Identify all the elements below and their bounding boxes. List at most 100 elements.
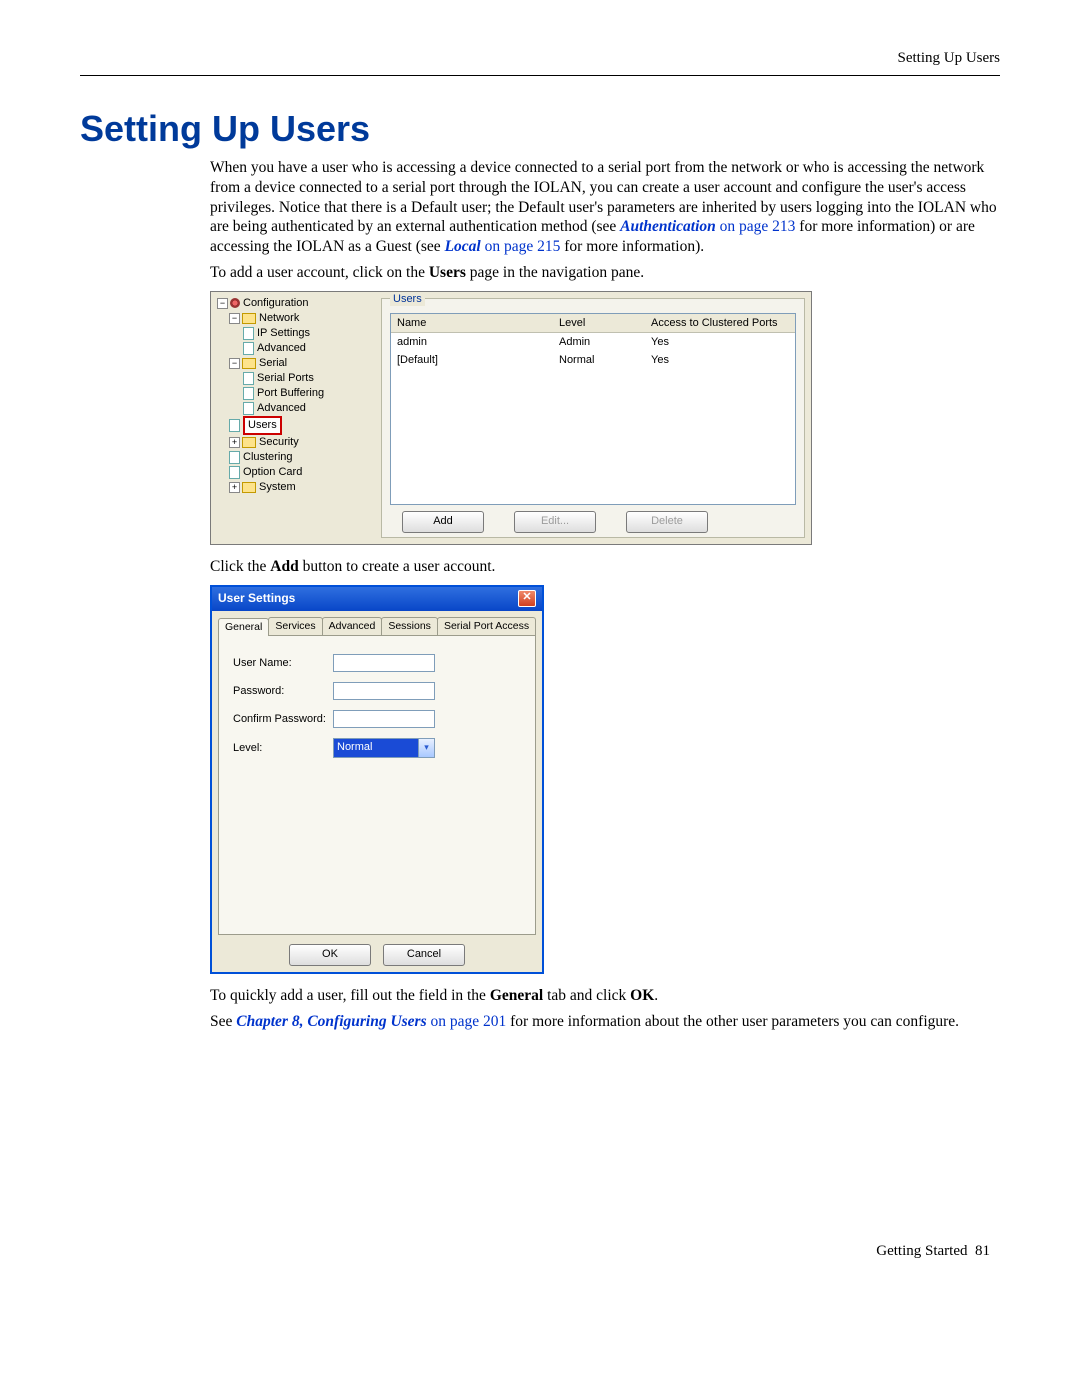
expand-icon[interactable]: − xyxy=(229,313,240,324)
cell-name: [Default] xyxy=(391,351,553,369)
expand-icon[interactable]: + xyxy=(229,482,240,493)
ok-button[interactable]: OK xyxy=(289,944,371,966)
header-rule xyxy=(80,75,1000,76)
tree-ip-settings[interactable]: IP Settings xyxy=(257,327,310,339)
text: To quickly add a user, fill out the fiel… xyxy=(210,987,490,1004)
add-button[interactable]: Add xyxy=(402,511,484,533)
tree-serial-ports[interactable]: Serial Ports xyxy=(257,372,314,384)
instruction-1: To add a user account, click on the User… xyxy=(210,263,1000,283)
expand-icon[interactable]: − xyxy=(229,358,240,369)
page-icon xyxy=(229,419,240,432)
list-header: Name Level Access to Clustered Ports xyxy=(391,314,795,333)
folder-icon xyxy=(242,437,256,448)
screenshot-users-page: −Configuration −Network IP Settings Adva… xyxy=(210,291,812,545)
level-select[interactable]: Normal ▾ xyxy=(333,738,435,758)
tree-system[interactable]: System xyxy=(259,481,296,493)
link-chapter-8-page[interactable]: on page 201 xyxy=(427,1013,507,1030)
users-list[interactable]: Name Level Access to Clustered Ports adm… xyxy=(390,313,796,505)
delete-button[interactable]: Delete xyxy=(626,511,708,533)
tab-general[interactable]: General xyxy=(218,618,269,636)
confirm-password-field[interactable] xyxy=(333,710,435,728)
dialog-title: User Settings xyxy=(218,591,295,606)
chevron-down-icon[interactable]: ▾ xyxy=(418,739,434,757)
label-confirm-password: Confirm Password: xyxy=(233,712,333,726)
col-access: Access to Clustered Ports xyxy=(645,314,795,332)
footer-page-number: 81 xyxy=(975,1243,990,1259)
cell-level: Admin xyxy=(553,333,645,351)
instruction-2: Click the Add button to create a user ac… xyxy=(210,557,1000,577)
cell-access: Yes xyxy=(645,351,795,369)
tree-configuration[interactable]: Configuration xyxy=(243,297,308,309)
text: See xyxy=(210,1013,236,1030)
tree-network[interactable]: Network xyxy=(259,312,299,324)
dialog-titlebar[interactable]: User Settings ✕ xyxy=(212,587,542,611)
password-field[interactable] xyxy=(333,682,435,700)
nav-tree: −Configuration −Network IP Settings Adva… xyxy=(217,296,367,495)
text: tab and click xyxy=(543,987,630,1004)
page-icon xyxy=(243,372,254,385)
tree-option-card[interactable]: Option Card xyxy=(243,466,302,478)
table-row[interactable]: admin Admin Yes xyxy=(391,333,795,351)
intro-paragraph: When you have a user who is accessing a … xyxy=(210,158,1000,257)
col-level: Level xyxy=(553,314,645,332)
tree-serial[interactable]: Serial xyxy=(259,357,287,369)
text: button to create a user account. xyxy=(299,558,496,575)
tree-port-buffering[interactable]: Port Buffering xyxy=(257,387,324,399)
tree-advanced-2[interactable]: Advanced xyxy=(257,402,306,414)
tab-serial-port-access[interactable]: Serial Port Access xyxy=(437,617,536,635)
bold-ok: OK xyxy=(630,987,654,1004)
level-value: Normal xyxy=(334,739,418,757)
folder-icon xyxy=(242,313,256,324)
expand-icon[interactable]: + xyxy=(229,437,240,448)
dialog-tabs: General Services Advanced Sessions Seria… xyxy=(218,617,536,635)
page-icon xyxy=(229,466,240,479)
tree-advanced[interactable]: Advanced xyxy=(257,342,306,354)
cell-level: Normal xyxy=(553,351,645,369)
see-also-paragraph: See Chapter 8, Configuring Users on page… xyxy=(210,1012,1000,1032)
text: To add a user account, click on the xyxy=(210,264,429,281)
text: for more information about the other use… xyxy=(506,1013,959,1030)
bold-add: Add xyxy=(270,558,298,575)
gear-icon xyxy=(230,298,240,308)
username-field[interactable] xyxy=(333,654,435,672)
col-name: Name xyxy=(391,314,553,332)
text: . xyxy=(654,987,658,1004)
tree-security[interactable]: Security xyxy=(259,436,299,448)
cancel-button[interactable]: Cancel xyxy=(383,944,465,966)
link-local-page[interactable]: on page 215 xyxy=(481,238,561,255)
tab-panel-general: User Name: Password: Confirm Password: L… xyxy=(218,635,536,935)
page-icon xyxy=(243,402,254,415)
cell-access: Yes xyxy=(645,333,795,351)
label-username: User Name: xyxy=(233,656,333,670)
link-authentication[interactable]: Authentication xyxy=(620,218,716,235)
users-groupbox: Users Name Level Access to Clustered Por… xyxy=(381,298,805,538)
footer-section: Getting Started xyxy=(876,1243,967,1259)
tree-users-highlighted[interactable]: Users xyxy=(243,416,282,435)
link-chapter-8[interactable]: Chapter 8, Configuring Users xyxy=(236,1013,426,1030)
page-footer: Getting Started 81 xyxy=(876,1243,990,1260)
table-row[interactable]: [Default] Normal Yes xyxy=(391,351,795,369)
expand-icon[interactable]: − xyxy=(217,298,228,309)
page-title: Setting Up Users xyxy=(80,108,1000,150)
screenshot-user-settings-dialog: User Settings ✕ General Services Advance… xyxy=(210,585,544,974)
link-local[interactable]: Local xyxy=(445,238,481,255)
edit-button[interactable]: Edit... xyxy=(514,511,596,533)
instruction-3: To quickly add a user, fill out the fiel… xyxy=(210,986,1000,1006)
close-icon[interactable]: ✕ xyxy=(518,590,536,607)
page-icon xyxy=(243,342,254,355)
text: page in the navigation pane. xyxy=(466,264,644,281)
folder-icon xyxy=(242,482,256,493)
page-icon xyxy=(229,451,240,464)
folder-icon xyxy=(242,358,256,369)
tab-sessions[interactable]: Sessions xyxy=(381,617,438,635)
tab-advanced[interactable]: Advanced xyxy=(322,617,383,635)
label-password: Password: xyxy=(233,684,333,698)
tree-clustering[interactable]: Clustering xyxy=(243,451,293,463)
text: Click the xyxy=(210,558,270,575)
text: for more information). xyxy=(560,238,704,255)
groupbox-title: Users xyxy=(390,292,425,306)
tab-services[interactable]: Services xyxy=(268,617,322,635)
page-icon xyxy=(243,327,254,340)
bold-users: Users xyxy=(429,264,466,281)
link-authentication-page[interactable]: on page 213 xyxy=(716,218,796,235)
